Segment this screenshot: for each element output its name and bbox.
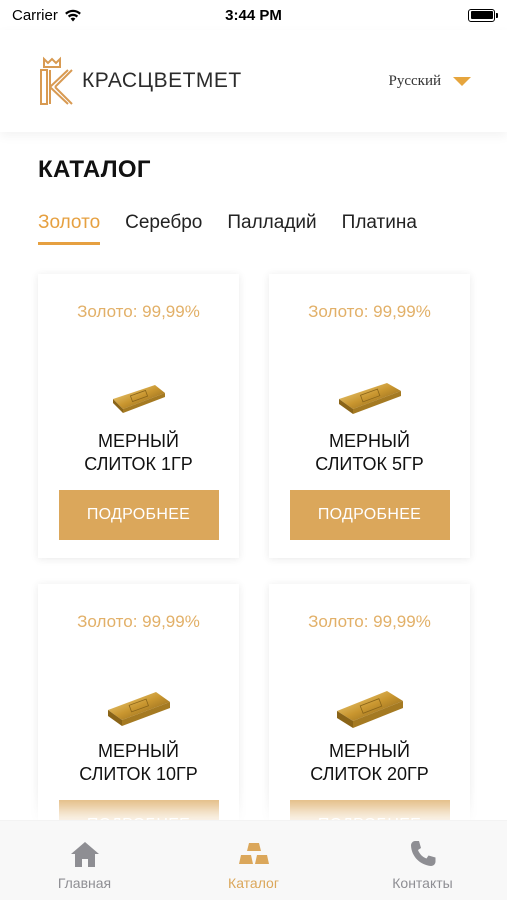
carrier-label: Carrier (12, 6, 58, 24)
product-name: МЕРНЫЙ СЛИТОК 1ГР (84, 431, 193, 474)
gold-bars-icon (238, 843, 269, 864)
status-carrier: Carrier (12, 7, 172, 24)
product-purity: Золото: 99,99% (77, 612, 200, 631)
bottom-tab-bar: Главная Каталог Контакты (0, 781, 507, 900)
product-card[interactable]: Золото: 99,99% МЕРНЫЙ СЛИТОК 5ГР ПОДРОБН… (269, 274, 470, 558)
tab-platinum[interactable]: Платина (342, 212, 417, 245)
gold-bar-icon (338, 383, 401, 414)
phone-icon (410, 841, 435, 866)
home-icon (70, 842, 99, 867)
tab-bar-label: Контакты (392, 875, 453, 891)
tab-gold[interactable]: Золото (38, 212, 101, 245)
product-purity: Золото: 99,99% (308, 612, 431, 631)
gold-bar-icon (112, 385, 165, 413)
logo-text: КРАСЦВЕТМЕТ (82, 69, 242, 92)
product-name: МЕРНЫЙ СЛИТОК 5ГР (315, 431, 424, 474)
page-title: КАТАЛОГ (38, 156, 151, 183)
status-bar: Carrier 3:44 PM (0, 0, 507, 30)
gold-bar-image (109, 372, 169, 422)
language-label: Русский (388, 72, 442, 89)
app-header: КРАСЦВЕТМЕТ Русский (0, 30, 507, 132)
product-purity: Золото: 99,99% (77, 302, 200, 321)
chevron-down-icon (453, 76, 471, 86)
battery-icon (468, 8, 498, 22)
product-purity: Золото: 99,99% (308, 302, 431, 321)
product-card[interactable]: Золото: 99,99% МЕРНЫЙ СЛИТОК 1ГР ПОДРОБН… (38, 274, 239, 558)
tab-bar-label: Главная (57, 875, 112, 891)
metal-tabs: Золото Серебро Палладий Платина (38, 212, 417, 245)
status-right (335, 8, 498, 22)
tab-bar-item-catalog[interactable]: Каталог (169, 821, 338, 900)
gold-bar-image (335, 372, 405, 422)
details-button[interactable]: ПОДРОБНЕЕ (58, 490, 219, 540)
tab-bar-item-contacts[interactable]: Контакты (338, 821, 507, 900)
wifi-icon (64, 9, 81, 21)
gold-bar-icon (107, 692, 170, 726)
product-name: МЕРНЫЙ СЛИТОК 20ГР (310, 741, 429, 784)
tab-palladium[interactable]: Палладий (227, 212, 316, 245)
logo-mark-icon (40, 56, 73, 105)
tab-bar-item-home[interactable]: Главная (0, 821, 169, 900)
gold-bar-image (333, 682, 407, 732)
status-time: 3:44 PM (225, 6, 282, 24)
language-selector[interactable]: Русский (388, 72, 471, 90)
tab-silver[interactable]: Серебро (125, 212, 202, 245)
details-button[interactable]: ПОДРОБНЕЕ (289, 490, 450, 540)
logo: КРАСЦВЕТМЕТ (38, 55, 242, 107)
product-name: МЕРНЫЙ СЛИТОК 10ГР (79, 741, 198, 784)
gold-bar-icon (336, 691, 403, 728)
product-grid: Золото: 99,99% МЕРНЫЙ СЛИТОК 1ГР ПОДРОБН… (38, 274, 470, 868)
tab-bar-label: Каталог (228, 875, 279, 891)
gold-bar-image (104, 682, 174, 732)
